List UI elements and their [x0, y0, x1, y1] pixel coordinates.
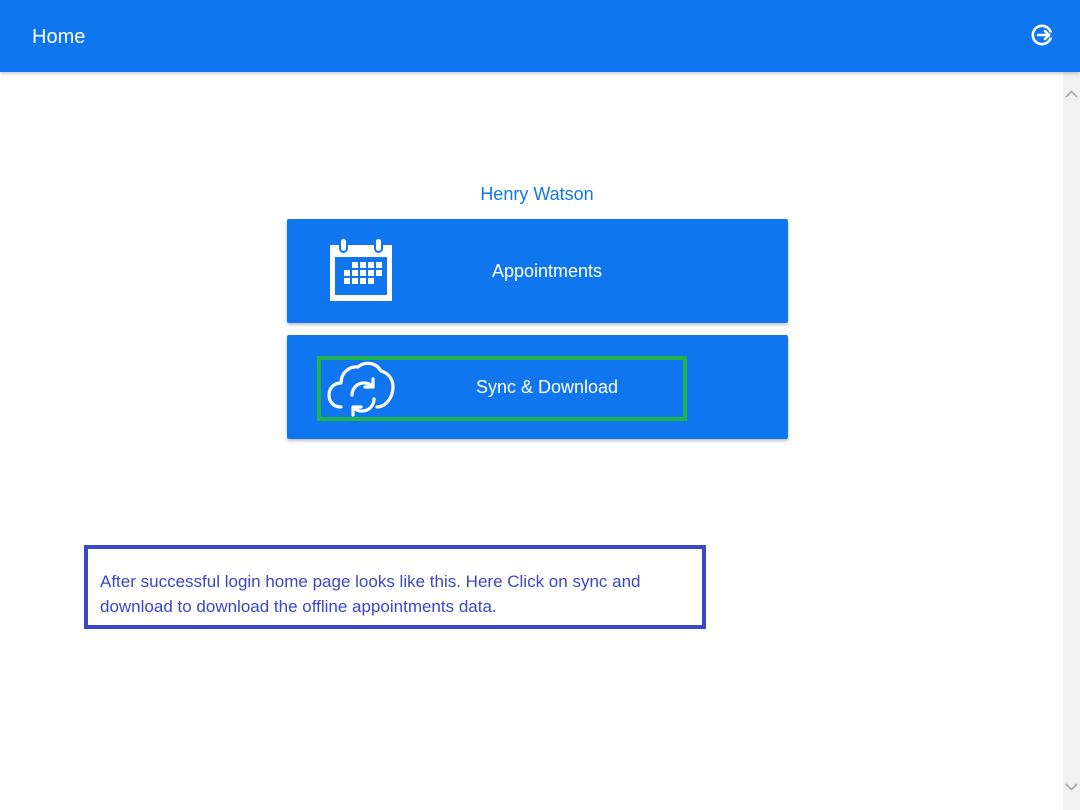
user-name: Henry Watson [480, 184, 594, 204]
appointments-label: Appointments [491, 261, 603, 281]
cloud-sync-icon [327, 361, 395, 417]
sync-download-tile[interactable]: Sync & Download [287, 335, 788, 439]
top-app-bar: Home [0, 0, 1080, 72]
scroll-up-button[interactable] [1063, 86, 1080, 103]
annotation-box: After successful login home page looks l… [84, 545, 706, 629]
chevron-down-icon [1065, 783, 1078, 791]
chevron-up-icon [1065, 90, 1078, 98]
appointments-tile[interactable]: Appointments [287, 219, 788, 323]
annotation-text: After successful login home page looks l… [100, 572, 641, 616]
scroll-down-button[interactable] [1063, 778, 1080, 795]
page-title: Home [32, 26, 86, 48]
vertical-scrollbar[interactable] [1063, 72, 1080, 810]
sync-download-label: Sync & Download [475, 377, 619, 397]
logout-button[interactable] [1030, 23, 1054, 47]
logout-icon [1031, 24, 1054, 46]
calendar-icon [330, 237, 392, 301]
app-window: Home Henry Watson Appointments Sync & Do… [0, 0, 1080, 810]
